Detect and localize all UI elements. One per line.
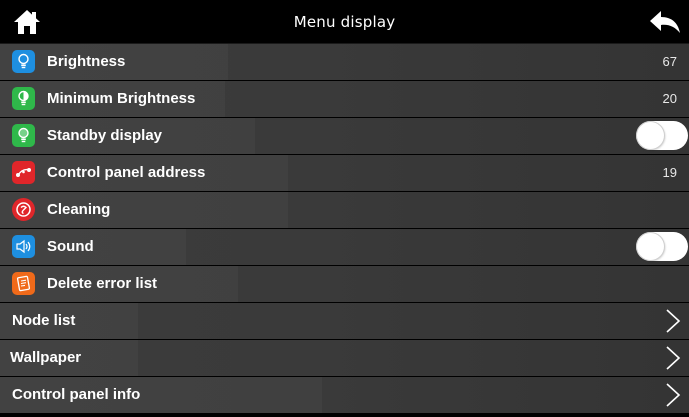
cleaning-icon bbox=[12, 198, 35, 222]
item-label: Standby display bbox=[47, 127, 163, 145]
toggle-knob bbox=[637, 233, 664, 260]
item-label: Node list bbox=[12, 312, 76, 330]
list-item-delete-error-list[interactable]: Delete error list bbox=[0, 266, 689, 302]
list-item-node-list[interactable]: Node list bbox=[0, 303, 689, 339]
speaker-icon bbox=[12, 235, 35, 259]
list-item-sound[interactable]: Sound bbox=[0, 229, 689, 265]
item-label: Sound bbox=[47, 238, 94, 256]
item-label: Control panel address bbox=[47, 164, 206, 182]
list-item-control-panel-address[interactable]: Control panel address 19 bbox=[0, 155, 689, 191]
list-item-standby-display[interactable]: Standby display bbox=[0, 118, 689, 154]
sound-toggle[interactable] bbox=[636, 232, 688, 261]
bulb-standby-icon bbox=[12, 124, 35, 148]
list-item-wallpaper[interactable]: Wallpaper bbox=[0, 340, 689, 376]
back-arrow-icon[interactable] bbox=[649, 9, 681, 35]
list-item-cleaning[interactable]: Cleaning bbox=[0, 192, 689, 228]
page-title: Menu display bbox=[293, 12, 396, 31]
header-bar: Menu display bbox=[0, 0, 689, 44]
address-icon bbox=[12, 161, 35, 185]
home-icon[interactable] bbox=[12, 7, 42, 37]
chevron-right-icon bbox=[666, 309, 681, 333]
item-label: Delete error list bbox=[47, 275, 158, 293]
toggle-knob bbox=[637, 122, 664, 149]
item-label: Control panel info bbox=[12, 386, 141, 404]
item-label: Wallpaper bbox=[10, 349, 82, 367]
chevron-right-icon bbox=[666, 383, 681, 407]
item-label: Cleaning bbox=[47, 201, 111, 219]
delete-list-icon bbox=[12, 272, 35, 296]
bulb-dim-icon bbox=[12, 87, 35, 111]
item-label: Brightness bbox=[47, 53, 126, 71]
standby-display-toggle[interactable] bbox=[636, 121, 688, 150]
chevron-right-icon bbox=[666, 346, 681, 370]
minimum-brightness-value: 20 bbox=[662, 91, 677, 107]
settings-list: Brightness 67 Minimum Brightness 20 Stan… bbox=[0, 44, 689, 414]
item-label: Minimum Brightness bbox=[47, 90, 196, 108]
list-item-minimum-brightness[interactable]: Minimum Brightness 20 bbox=[0, 81, 689, 117]
list-item-brightness[interactable]: Brightness 67 bbox=[0, 44, 689, 80]
brightness-value: 67 bbox=[662, 54, 677, 70]
bulb-icon bbox=[12, 50, 35, 74]
list-item-control-panel-info[interactable]: Control panel info bbox=[0, 377, 689, 413]
control-panel-address-value: 19 bbox=[662, 165, 677, 181]
